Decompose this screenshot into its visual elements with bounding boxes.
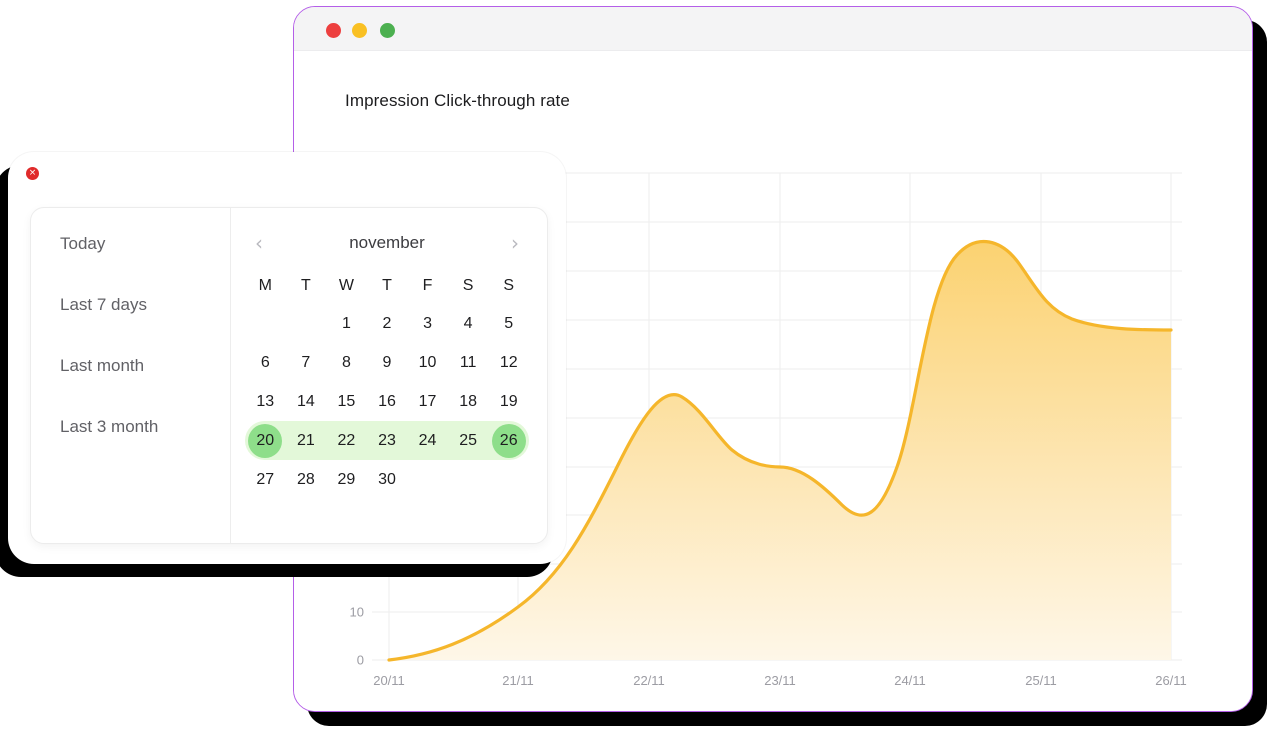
screenshot-stage: Impression Click-through rate 10 0 20/11… <box>0 0 1280 750</box>
calendar-day-26[interactable]: 26 <box>488 421 529 460</box>
x-axis-tick-1: 21/11 <box>502 673 534 688</box>
x-axis-tick-2: 22/11 <box>633 673 665 688</box>
calendar-day-13[interactable]: 13 <box>245 382 286 421</box>
calendar-day-7[interactable]: 7 <box>286 343 327 382</box>
calendar-day-label: 30 <box>378 471 396 488</box>
calendar-days-grid: 1 2 3 4 5 6 7 8 9 10 11 12 13 14 15 16 17 18 19 20 21 22 23 24 2… <box>245 304 529 499</box>
window-minimize-button[interactable] <box>352 23 367 38</box>
calendar-day-18[interactable]: 18 <box>448 382 489 421</box>
calendar-day-label: 11 <box>459 354 477 371</box>
calendar-day-blank <box>245 304 286 343</box>
calendar-day-label: 22 <box>337 432 356 449</box>
calendar-day-8[interactable]: 8 <box>326 343 367 382</box>
window-maximize-button[interactable] <box>380 23 395 38</box>
calendar-day-label: 14 <box>296 393 315 410</box>
date-range-picker-card: Today Last 7 days Last month Last 3 mont… <box>30 207 548 544</box>
x-axis-tick-6: 26/11 <box>1155 673 1187 688</box>
calendar-day-label: 1 <box>341 315 351 332</box>
calendar-weekday-1: T <box>300 277 311 294</box>
calendar-day-21[interactable]: 21 <box>285 421 327 460</box>
chevron-left-icon[interactable]: ‹ <box>251 233 267 253</box>
calendar-pane: ‹ november › MTWTFSS 1 2 3 4 5 6 7 8 9 10 11 12 13 14… <box>231 208 547 543</box>
calendar-day-14[interactable]: 14 <box>286 382 327 421</box>
calendar-day-5[interactable]: 5 <box>488 304 529 343</box>
calendar-day-label: 27 <box>256 471 275 488</box>
calendar-day-6[interactable]: 6 <box>245 343 286 382</box>
calendar-day-4[interactable]: 4 <box>448 304 489 343</box>
y-axis-tick-10: 10 <box>349 604 364 620</box>
preset-range-list: Today Last 7 days Last month Last 3 mont… <box>31 208 231 543</box>
calendar-day-19[interactable]: 19 <box>488 382 529 421</box>
calendar-day-25[interactable]: 25 <box>447 421 489 460</box>
page-title: Impression Click-through rate <box>345 91 570 110</box>
date-range-picker-window: × Today Last 7 days Last month Last 3 mo… <box>8 152 566 564</box>
calendar-day-label: 16 <box>378 393 396 410</box>
calendar-day-label: 5 <box>504 315 514 332</box>
calendar-day-label: 3 <box>423 315 433 332</box>
calendar-weekday-row: MTWTFSS <box>245 268 529 304</box>
calendar-day-label: 18 <box>459 393 478 410</box>
chevron-right-icon[interactable]: › <box>507 233 523 253</box>
calendar-day-23[interactable]: 23 <box>366 421 408 460</box>
calendar-weekday-5: S <box>462 277 474 294</box>
calendar-month-label: november <box>349 233 425 252</box>
calendar-day-3[interactable]: 3 <box>407 304 448 343</box>
close-icon[interactable]: × <box>26 167 39 180</box>
calendar-day-label: 12 <box>499 354 518 371</box>
y-axis-tick-0: 0 <box>356 652 364 668</box>
calendar-day-label: 6 <box>260 354 270 371</box>
calendar-day-20[interactable]: 20 <box>245 421 286 460</box>
calendar-day-label: 17 <box>418 393 437 410</box>
calendar-weekday-0: M <box>258 277 272 294</box>
window-titlebar <box>294 7 1252 51</box>
x-axis-tick-5: 25/11 <box>1025 673 1057 688</box>
x-axis-tick-0: 20/11 <box>373 673 405 688</box>
calendar-day-24[interactable]: 24 <box>407 421 448 460</box>
calendar-day-label: 29 <box>337 471 356 488</box>
calendar-day-27[interactable]: 27 <box>245 460 286 499</box>
calendar-day-label: 25 <box>459 432 478 449</box>
calendar-weekday-6: S <box>503 277 515 294</box>
calendar-day-label: 7 <box>301 354 311 371</box>
preset-last-3-month[interactable]: Last 3 month <box>60 417 230 437</box>
calendar-day-label: 20 <box>248 424 283 458</box>
calendar-day-label: 8 <box>341 354 351 371</box>
calendar-day-15[interactable]: 15 <box>326 382 367 421</box>
calendar-day-label: 23 <box>378 432 396 449</box>
preset-today[interactable]: Today <box>60 234 230 254</box>
x-axis-tick-3: 23/11 <box>764 673 796 688</box>
calendar-day-label: 4 <box>463 315 473 332</box>
calendar-weekday-2: W <box>338 277 354 294</box>
calendar-day-label: 10 <box>418 354 437 371</box>
calendar-day-label: 15 <box>337 393 356 410</box>
calendar-day-label: 21 <box>296 432 315 449</box>
calendar-day-blank <box>286 304 327 343</box>
calendar-weekday-4: F <box>422 277 433 294</box>
calendar-day-1[interactable]: 1 <box>326 304 367 343</box>
calendar-weekday-3: T <box>382 277 392 294</box>
calendar-day-11[interactable]: 11 <box>448 343 489 382</box>
calendar-day-label: 24 <box>418 432 437 449</box>
window-close-button[interactable] <box>326 23 341 38</box>
calendar-day-16[interactable]: 16 <box>367 382 408 421</box>
calendar-day-label: 19 <box>499 393 518 410</box>
calendar-day-29[interactable]: 29 <box>326 460 367 499</box>
calendar-day-label: 13 <box>256 393 275 410</box>
calendar-day-28[interactable]: 28 <box>286 460 327 499</box>
calendar-day-17[interactable]: 17 <box>407 382 448 421</box>
x-axis-tick-4: 24/11 <box>894 673 926 688</box>
preset-last-7-days[interactable]: Last 7 days <box>60 295 230 315</box>
calendar-day-label: 28 <box>296 471 315 488</box>
calendar-day-label: 2 <box>382 315 392 332</box>
calendar-day-22[interactable]: 22 <box>326 421 367 460</box>
calendar-day-30[interactable]: 30 <box>367 460 408 499</box>
calendar-day-label: 26 <box>491 424 526 458</box>
calendar-day-label: 9 <box>382 354 392 371</box>
calendar-header: ‹ november › <box>245 228 529 258</box>
calendar-day-12[interactable]: 12 <box>488 343 529 382</box>
preset-last-month[interactable]: Last month <box>60 356 230 376</box>
calendar-day-9[interactable]: 9 <box>367 343 408 382</box>
calendar-day-2[interactable]: 2 <box>367 304 408 343</box>
calendar-day-10[interactable]: 10 <box>407 343 448 382</box>
